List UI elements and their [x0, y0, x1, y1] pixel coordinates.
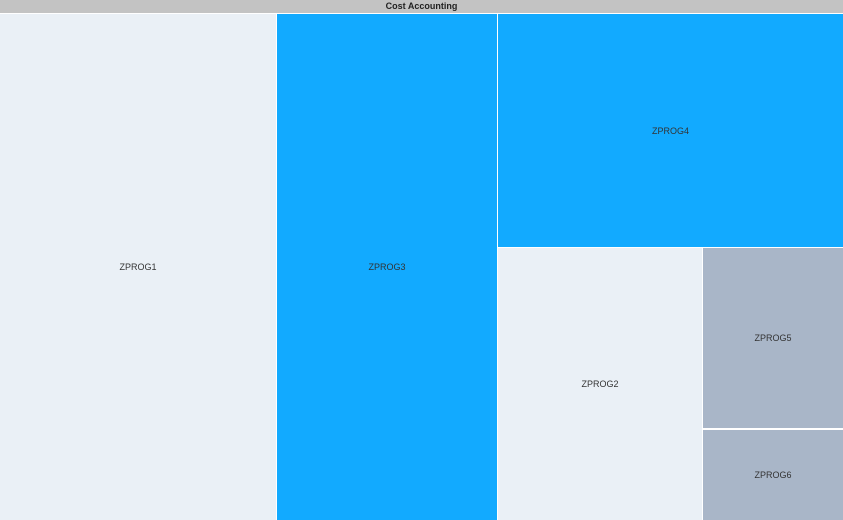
treemap-header[interactable]: Cost Accounting	[0, 0, 843, 13]
treemap-title: Cost Accounting	[385, 1, 458, 11]
treemap-cell-zprog6[interactable]: ZPROG6	[703, 430, 843, 520]
cell-label-zprog2: ZPROG2	[581, 379, 619, 389]
treemap-cell-zprog5[interactable]: ZPROG5	[703, 248, 843, 428]
treemap-cell-zprog1[interactable]: ZPROG1	[0, 14, 276, 520]
cell-label-zprog6: ZPROG6	[754, 470, 792, 480]
treemap-cell-zprog4[interactable]: ZPROG4	[498, 14, 843, 247]
treemap-cell-zprog2[interactable]: ZPROG2	[498, 248, 702, 520]
cell-label-zprog1: ZPROG1	[119, 262, 157, 272]
cell-label-zprog4: ZPROG4	[651, 125, 689, 136]
cell-label-zprog3: ZPROG3	[368, 262, 406, 272]
cell-label-zprog5: ZPROG5	[754, 333, 792, 343]
treemap-cell-zprog3[interactable]: ZPROG3	[277, 14, 497, 520]
treemap-chart: Cost Accounting ZPROG1 ZPROG3 ZPROG4 ZPR…	[0, 0, 843, 520]
